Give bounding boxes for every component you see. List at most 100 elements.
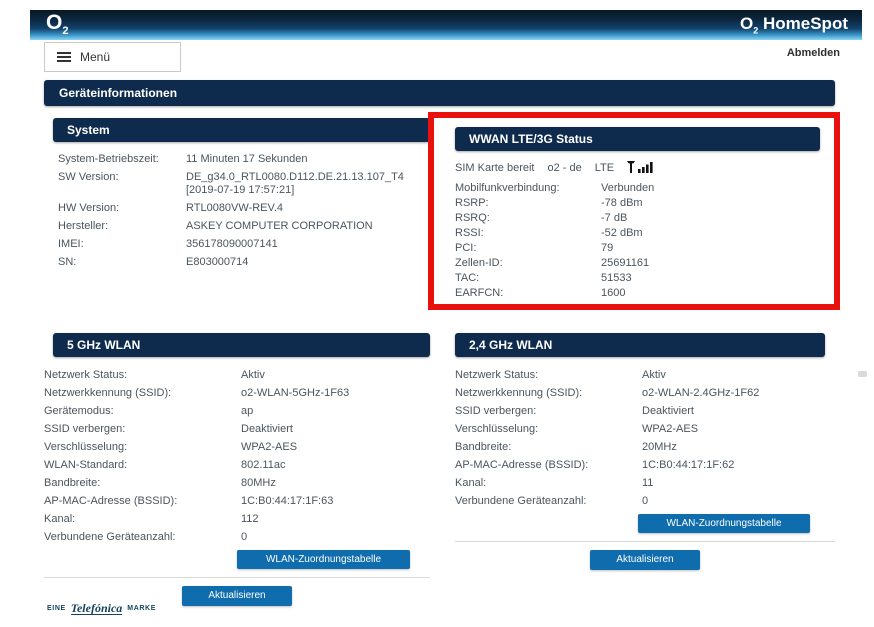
info-value: E803000714 — [186, 256, 249, 268]
info-label: Mobilfunkverbindung: — [455, 182, 560, 194]
system-rows: System-Betriebszeit: 11 Minuten 17 Sekund… — [53, 153, 430, 269]
wwan-rows: SIM Karte bereit o2 - de LTE Mobilfunkve… — [455, 160, 834, 300]
info-label: Netzwerk Status: — [44, 369, 128, 381]
wlan5-refresh-button[interactable]: Aktualisieren — [182, 586, 292, 606]
info-row: Bandbreite: 80MHz — [44, 477, 430, 490]
info-row: Verschlüsselung: WPA2-AES — [44, 441, 430, 454]
divider — [455, 541, 835, 542]
info-label: Verbundene Geräteanzahl: — [44, 531, 176, 543]
info-label: SN: — [58, 256, 77, 268]
wwan-kv-rows: Mobilfunkverbindung: Verbunden RSRP: -78 dB… — [455, 182, 834, 300]
info-value: o2-WLAN-5GHz-1F63 — [241, 387, 350, 399]
info-value: 11 Minuten 17 Sekunden — [186, 153, 308, 165]
info-row: RSRP: -78 dBm — [455, 197, 834, 210]
section-wlan-24ghz: 2,4 GHz WLAN Netzwerk Status: Aktiv Netzwe… — [455, 333, 835, 570]
info-label: TAC: — [455, 272, 480, 284]
info-value: 51533 — [601, 272, 632, 284]
network-type-label: LTE — [594, 162, 615, 174]
info-row: AP-MAC-Adresse (BSSID): 1C:B0:44:17:1F:62 — [455, 459, 835, 472]
section-wlan-5ghz: 5 GHz WLAN Netzwerk Status: Aktiv Netzwerk… — [44, 333, 430, 606]
divider — [44, 577, 430, 578]
logout-link[interactable]: Abmelden — [740, 47, 840, 59]
info-value: 1600 — [601, 287, 626, 299]
info-label: SSID verbergen: — [44, 423, 126, 435]
info-value: -7 dB — [601, 212, 628, 224]
info-label: Kanal: — [44, 513, 76, 525]
brand-prefix: EINE — [47, 605, 66, 612]
wlan5-mapping-table-button[interactable]: WLAN-Zuordnungstabelle — [237, 550, 410, 569]
section-wwan: WWAN LTE/3G Status SIM Karte bereit o2 -… — [434, 118, 834, 300]
info-value: Deaktiviert — [642, 405, 694, 417]
info-value: 0 — [241, 531, 248, 543]
info-row: SN: E803000714 — [58, 256, 430, 269]
brand-name: Telefónica — [70, 601, 123, 615]
info-row: Verbundene Geräteanzahl: 0 — [455, 495, 835, 508]
info-value: ASKEY COMPUTER CORPORATION — [186, 220, 373, 232]
info-label: Hersteller: — [58, 220, 109, 232]
info-row: HW Version: RTL0080VW-REV.4 — [58, 202, 430, 215]
info-row: Netzwerk Status: Aktiv — [455, 369, 835, 382]
telefonica-brand-logo: EINE Telefónica MARKE — [47, 602, 156, 615]
info-row: Netzwerkkennung (SSID): o2-WLAN-5GHz-1F63 — [44, 387, 430, 400]
brand-suffix: MARKE — [127, 605, 156, 612]
header-band: O2 O2 HomeSpot — [30, 10, 862, 40]
info-value: DE_g34.0_RTL0080.D112.DE.21.13.107_T4 [2… — [186, 171, 404, 196]
info-value: -78 dBm — [601, 197, 643, 209]
info-value: o2-WLAN-2.4GHz-1F62 — [642, 387, 760, 399]
info-row: Kanal: 11 — [455, 477, 835, 490]
info-value: 0 — [642, 495, 649, 507]
info-row: AP-MAC-Adresse (BSSID): 1C:B0:44:17:1F:63 — [44, 495, 430, 508]
info-label: RSRP: — [455, 197, 489, 209]
info-row: RSRQ: -7 dB — [455, 212, 834, 225]
info-row: SSID verbergen: Deaktiviert — [455, 405, 835, 418]
info-label: Verbundene Geräteanzahl: — [455, 495, 587, 507]
wlan24-refresh-button[interactable]: Aktualisieren — [590, 550, 700, 570]
page-title: Geräteinformationen — [44, 80, 835, 106]
info-label: Gerätemodus: — [44, 405, 114, 417]
info-value: 79 — [601, 242, 614, 254]
info-value: Aktiv — [241, 369, 265, 381]
info-row: Netzwerkkennung (SSID): o2-WLAN-2.4GHz-1F… — [455, 387, 835, 400]
info-value: Deaktiviert — [241, 423, 293, 435]
info-value: WPA2-AES — [642, 423, 699, 435]
info-label: EARFCN: — [455, 287, 504, 299]
info-row: Mobilfunkverbindung: Verbunden — [455, 182, 834, 195]
info-value: ap — [241, 405, 254, 417]
info-label: PCI: — [455, 242, 477, 254]
info-label: HW Version: — [58, 202, 120, 214]
info-row: SW Version: DE_g34.0_RTL0080.D112.DE.21.1… — [58, 171, 430, 197]
info-label: Bandbreite: — [455, 441, 512, 453]
info-label: Netzwerkkennung (SSID): — [44, 387, 172, 399]
info-row: System-Betriebszeit: 11 Minuten 17 Sekund… — [58, 153, 430, 166]
info-label: Verschlüsselung: — [455, 423, 539, 435]
info-value: 1C:B0:44:17:1F:62 — [642, 459, 735, 471]
info-value: 25691161 — [601, 257, 650, 269]
scrollbar-thumb[interactable] — [858, 371, 867, 377]
info-value: 20MHz — [642, 441, 677, 453]
o2-logo: O2 — [46, 11, 69, 38]
info-row: Verschlüsselung: WPA2-AES — [455, 423, 835, 436]
info-label: RSSI: — [455, 227, 484, 239]
section-header-wwan: WWAN LTE/3G Status — [455, 127, 820, 151]
info-label: AP-MAC-Adresse (BSSID): — [44, 495, 178, 507]
info-value: -52 dBm — [601, 227, 643, 239]
info-label: Zellen-ID: — [455, 257, 503, 269]
info-value: WPA2-AES — [241, 441, 298, 453]
menu-button[interactable]: Menü — [44, 42, 181, 72]
info-label: System-Betriebszeit: — [58, 153, 159, 165]
wlan5-rows: Netzwerk Status: Aktiv Netzwerkkennung (SS… — [44, 369, 430, 544]
sim-status-text: SIM Karte bereit — [455, 162, 535, 174]
info-label: SW Version: — [58, 171, 119, 183]
hamburger-icon — [57, 52, 71, 62]
info-value: 11 — [642, 477, 654, 489]
wlan24-mapping-table-button[interactable]: WLAN-Zuordnungstabelle — [638, 514, 810, 533]
info-row: SSID verbergen: Deaktiviert — [44, 423, 430, 436]
section-system: System System-Betriebszeit: 11 Minuten 17… — [53, 118, 430, 274]
info-value: 356178090007141 — [186, 238, 278, 250]
info-row: RSSI: -52 dBm — [455, 227, 834, 240]
menu-button-label: Menü — [80, 50, 111, 64]
info-row: IMEI: 356178090007141 — [58, 238, 430, 251]
info-row: Gerätemodus: ap — [44, 405, 430, 418]
info-row: WLAN-Standard: 802.11ac — [44, 459, 430, 472]
sim-status-line: SIM Karte bereit o2 - de LTE — [455, 160, 834, 177]
